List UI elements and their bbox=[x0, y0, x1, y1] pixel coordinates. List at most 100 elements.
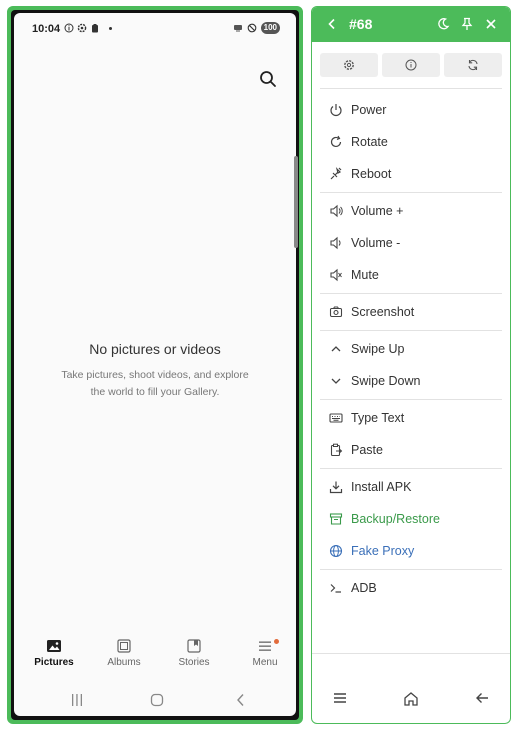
rotate-icon bbox=[330, 135, 342, 148]
menu-label-paste: Paste bbox=[351, 443, 383, 457]
chevron-up-icon bbox=[331, 346, 341, 352]
footer-divider bbox=[312, 653, 510, 654]
menu-item-type-text[interactable]: Type Text bbox=[328, 408, 502, 428]
menu-item-adb[interactable]: ADB bbox=[328, 578, 502, 598]
nav-label-stories: Stories bbox=[178, 657, 210, 668]
volume-down-icon bbox=[330, 236, 341, 250]
download-icon bbox=[329, 481, 343, 494]
chevron-down-icon bbox=[331, 378, 341, 384]
menu-label-volume-up: Volume + bbox=[351, 204, 404, 218]
keyboard-icon bbox=[329, 413, 343, 423]
refresh-button[interactable] bbox=[444, 53, 502, 77]
menu-label-fake-proxy: Fake Proxy bbox=[351, 544, 415, 558]
menu-item-fake-proxy[interactable]: Fake Proxy bbox=[328, 541, 502, 561]
menu-item-swipe-up[interactable]: Swipe Up bbox=[328, 339, 502, 359]
back-system-icon[interactable] bbox=[234, 693, 248, 707]
menu-item-reboot[interactable]: Reboot bbox=[328, 164, 502, 184]
menu-label-adb: ADB bbox=[351, 581, 377, 595]
phone-device: 10:04 100 No pictures or videos Take pic… bbox=[11, 10, 299, 720]
menu-icon bbox=[259, 641, 271, 651]
stories-icon bbox=[187, 639, 201, 653]
menu-item-swipe-down[interactable]: Swipe Down bbox=[328, 371, 502, 391]
menu-notification-badge bbox=[274, 639, 279, 644]
menu-label-power: Power bbox=[351, 103, 387, 117]
back-icon[interactable] bbox=[326, 18, 338, 30]
nav-label-pictures: Pictures bbox=[34, 657, 74, 668]
recents-icon[interactable] bbox=[70, 693, 84, 707]
menu-item-volume-down[interactable]: Volume - bbox=[328, 233, 502, 253]
close-icon[interactable] bbox=[484, 17, 498, 31]
menu-label-rotate: Rotate bbox=[351, 135, 388, 149]
globe-icon bbox=[329, 544, 343, 558]
menu-item-mute[interactable]: Mute bbox=[328, 265, 502, 285]
menu-label-screenshot: Screenshot bbox=[351, 305, 415, 319]
status-dot bbox=[109, 26, 112, 30]
menu-label-swipe-up: Swipe Up bbox=[351, 342, 405, 356]
divider bbox=[320, 399, 502, 400]
nav-label-albums: Albums bbox=[107, 657, 141, 668]
info-status-icon bbox=[64, 23, 74, 33]
settings-button[interactable] bbox=[320, 53, 378, 77]
reboot-icon bbox=[330, 167, 342, 180]
divider bbox=[320, 569, 502, 570]
phone-screen[interactable]: 10:04 100 No pictures or videos Take pic… bbox=[14, 13, 296, 716]
status-left-icons bbox=[64, 23, 112, 33]
info-button[interactable] bbox=[382, 53, 440, 77]
archive-icon bbox=[329, 513, 343, 525]
control-panel: #68 Power Rotate Reboot Volume + Volume … bbox=[311, 6, 511, 724]
info-icon bbox=[405, 59, 417, 71]
album-icon bbox=[117, 639, 131, 653]
menu-label-mute: Mute bbox=[351, 268, 379, 282]
home-icon[interactable] bbox=[403, 691, 419, 707]
divider bbox=[320, 192, 502, 193]
divider bbox=[320, 293, 502, 294]
cast-status-icon bbox=[233, 25, 242, 32]
power-icon bbox=[330, 104, 342, 117]
menu-label-install-apk: Install APK bbox=[351, 480, 412, 494]
refresh-icon bbox=[468, 59, 478, 71]
gear-status-icon bbox=[77, 23, 87, 33]
status-right-icons: 100 bbox=[233, 22, 280, 34]
nav-label-menu: Menu bbox=[252, 657, 278, 668]
settings-icon bbox=[344, 60, 354, 70]
home-system-icon[interactable] bbox=[150, 693, 164, 707]
menu-item-power[interactable]: Power bbox=[328, 100, 502, 120]
menu-label-type-text: Type Text bbox=[351, 411, 405, 425]
menu-label-swipe-down: Swipe Down bbox=[351, 374, 421, 388]
menu-label-backup-restore: Backup/Restore bbox=[351, 512, 440, 526]
divider bbox=[320, 330, 502, 331]
terminal-icon bbox=[330, 584, 341, 593]
hamburger-icon[interactable] bbox=[333, 691, 347, 705]
no-signal-icon bbox=[247, 23, 256, 33]
divider bbox=[320, 88, 502, 89]
menu-item-backup-restore[interactable]: Backup/Restore bbox=[328, 509, 502, 529]
empty-state-title: No pictures or videos bbox=[89, 341, 221, 357]
nav-item-albums[interactable]: Albums bbox=[94, 639, 154, 668]
clipboard-status-icon bbox=[92, 24, 98, 33]
volume-up-icon bbox=[330, 204, 343, 218]
nav-item-pictures[interactable]: Pictures bbox=[24, 639, 84, 668]
status-bar: 10:04 100 bbox=[14, 21, 296, 39]
menu-item-volume-up[interactable]: Volume + bbox=[328, 201, 502, 221]
menu-item-rotate[interactable]: Rotate bbox=[328, 132, 502, 152]
menu-item-install-apk[interactable]: Install APK bbox=[328, 477, 502, 497]
battery-indicator: 100 bbox=[260, 22, 280, 34]
status-time: 10:04 bbox=[32, 23, 61, 35]
search-icon[interactable] bbox=[258, 69, 278, 89]
menu-item-screenshot[interactable]: Screenshot bbox=[328, 302, 502, 322]
menu-item-paste[interactable]: Paste bbox=[328, 440, 502, 460]
divider bbox=[320, 468, 502, 469]
arrow-left-icon[interactable] bbox=[475, 691, 489, 705]
device-title: #68 bbox=[349, 16, 373, 32]
system-navigation-bar bbox=[14, 693, 296, 715]
moon-icon[interactable] bbox=[436, 17, 450, 31]
picture-icon bbox=[47, 640, 61, 652]
toolbar-row bbox=[320, 53, 502, 77]
nav-item-stories[interactable]: Stories bbox=[164, 639, 224, 668]
mute-icon bbox=[330, 268, 342, 282]
menu-label-reboot: Reboot bbox=[351, 167, 392, 181]
paste-icon bbox=[330, 443, 343, 457]
pin-icon[interactable] bbox=[460, 17, 474, 31]
nav-item-menu[interactable]: Menu bbox=[235, 639, 295, 668]
menu-label-volume-down: Volume - bbox=[351, 236, 401, 250]
